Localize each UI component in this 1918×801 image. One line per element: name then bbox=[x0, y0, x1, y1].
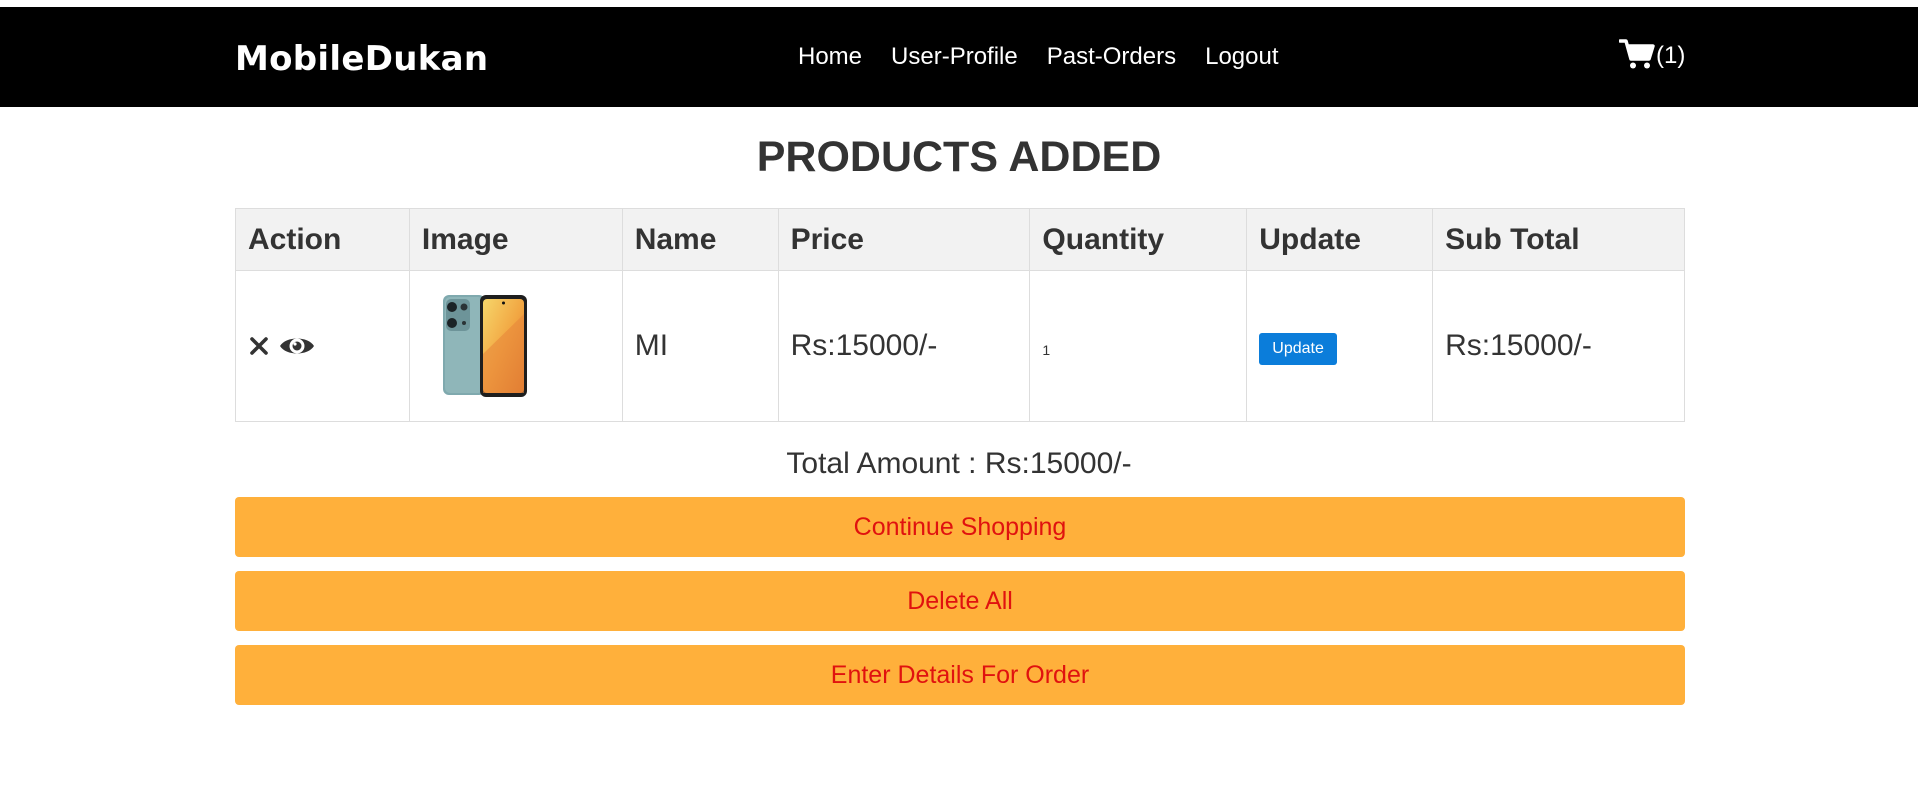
nav-home[interactable]: Home bbox=[798, 43, 862, 71]
nav-links: Home User-Profile Past-Orders Logout bbox=[798, 43, 1308, 71]
table-header-row: Action Image Name Price Quantity Update … bbox=[235, 208, 1685, 271]
column-header-sub-total: Sub Total bbox=[1432, 208, 1685, 271]
top-strip bbox=[0, 0, 1918, 7]
continue-shopping-button[interactable]: Continue Shopping bbox=[235, 497, 1685, 557]
quantity-cell bbox=[1029, 270, 1248, 422]
brand-logo[interactable]: MobileDukan bbox=[235, 39, 488, 79]
total-amount: Total Amount : Rs:15000/- bbox=[786, 447, 1132, 480]
delete-all-button[interactable]: Delete All bbox=[235, 571, 1685, 631]
nav-user-profile[interactable]: User-Profile bbox=[891, 43, 1018, 71]
enter-details-for-order-button[interactable]: Enter Details For Order bbox=[235, 645, 1685, 705]
update-button[interactable]: Update bbox=[1259, 333, 1337, 365]
page-title: PRODUCTS ADDED bbox=[756, 133, 1162, 181]
column-header-image: Image bbox=[408, 208, 623, 271]
sub-total: Rs:15000/- bbox=[1432, 270, 1685, 422]
column-header-name: Name bbox=[621, 208, 779, 271]
cart-table: Action Image Name Price Quantity Update … bbox=[235, 208, 1685, 422]
view-icon[interactable] bbox=[278, 332, 316, 360]
column-header-price: Price bbox=[777, 208, 1031, 271]
nav-logout[interactable]: Logout bbox=[1205, 43, 1278, 71]
remove-icon[interactable] bbox=[248, 335, 270, 357]
mobile-phone-image bbox=[442, 295, 527, 397]
nav-past-orders[interactable]: Past-Orders bbox=[1047, 43, 1176, 71]
cart-count: (1) bbox=[1656, 42, 1686, 69]
column-header-update: Update bbox=[1246, 208, 1434, 271]
table-row: MI Rs:15000/- Update Rs:15000/- bbox=[235, 270, 1685, 422]
action-cell bbox=[235, 270, 410, 422]
image-cell bbox=[408, 270, 623, 422]
cart-link[interactable]: (1) bbox=[1619, 38, 1685, 70]
quantity-input[interactable] bbox=[1042, 342, 1103, 358]
update-cell: Update bbox=[1246, 270, 1434, 422]
column-header-quantity: Quantity bbox=[1029, 208, 1248, 271]
product-name: MI bbox=[621, 270, 779, 422]
navbar: MobileDukan Home User-Profile Past-Order… bbox=[0, 7, 1918, 107]
column-header-action: Action bbox=[235, 208, 410, 271]
shopping-cart-icon bbox=[1619, 38, 1655, 70]
product-price: Rs:15000/- bbox=[777, 270, 1031, 422]
